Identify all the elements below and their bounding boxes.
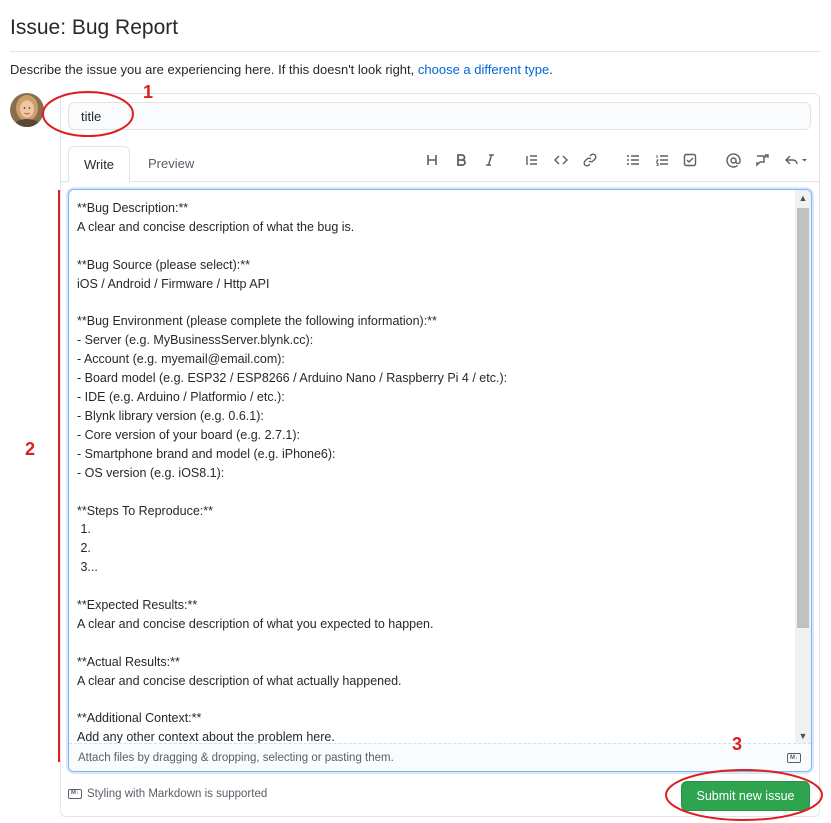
submit-new-issue-button[interactable]: Submit new issue [681, 781, 810, 811]
tab-write[interactable]: Write [68, 146, 130, 182]
task-list-icon[interactable] [680, 150, 700, 170]
tab-preview[interactable]: Preview [140, 146, 202, 182]
markdown-badge-icon: M↓ [68, 789, 82, 799]
issue-title-input[interactable] [68, 102, 811, 130]
italic-icon[interactable] [480, 150, 500, 170]
markdown-note-text[interactable]: Styling with Markdown is supported [87, 788, 267, 800]
code-icon[interactable] [551, 150, 571, 170]
issue-body-textarea[interactable]: **Bug Description:** A clear and concise… [68, 189, 812, 772]
attach-files-bar[interactable]: Attach files by dragging & dropping, sel… [69, 743, 811, 771]
attach-files-hint: Attach files by dragging & dropping, sel… [78, 752, 394, 764]
avatar[interactable] [10, 93, 44, 127]
mention-icon[interactable] [723, 150, 743, 170]
annotation-label-3: 3 [732, 734, 743, 754]
scroll-thumb[interactable] [797, 208, 809, 628]
ordered-list-icon[interactable] [652, 150, 672, 170]
unordered-list-icon[interactable] [623, 150, 643, 170]
annotation-label-1: 1 [143, 82, 154, 102]
describe-end: . [549, 62, 553, 77]
page-title: Issue: Bug Report [10, 16, 179, 39]
markdown-icon: M↓ [787, 753, 801, 763]
issue-body-text[interactable]: **Bug Description:** A clear and concise… [77, 199, 787, 747]
annotation-label-2: 2 [25, 439, 36, 459]
issue-description-text: Describe the issue you are experiencing … [10, 62, 553, 77]
describe-text: Describe the issue you are experiencing … [10, 62, 418, 77]
link-icon[interactable] [580, 150, 600, 170]
reply-icon[interactable] [782, 150, 810, 170]
choose-type-link[interactable]: choose a different type [418, 62, 549, 77]
heading-icon[interactable] [422, 150, 442, 170]
bold-icon[interactable] [451, 150, 471, 170]
scroll-down-arrow-icon[interactable]: ▼ [795, 728, 811, 744]
cross-reference-icon[interactable] [752, 150, 772, 170]
markdown-note[interactable]: M↓ Styling with Markdown is supported [68, 788, 267, 800]
title-divider [10, 51, 821, 52]
quote-icon[interactable] [522, 150, 542, 170]
textarea-scrollbar[interactable]: ▲ ▼ [795, 190, 811, 744]
scroll-up-arrow-icon[interactable]: ▲ [795, 190, 811, 206]
tabs-divider [61, 181, 819, 182]
